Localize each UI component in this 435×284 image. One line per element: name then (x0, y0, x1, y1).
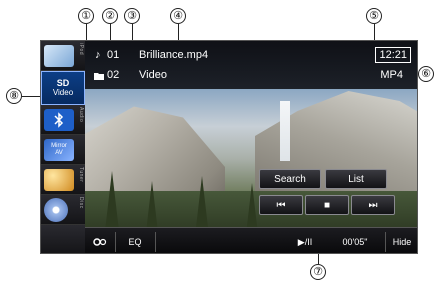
callout-7: ⑦ (310, 264, 326, 280)
callout-3: ③ (124, 8, 140, 24)
source-tab-mirror-av[interactable]: Mirror AV (41, 135, 85, 165)
format-indicator: MP4 (380, 69, 403, 81)
tuner-icon (44, 168, 74, 191)
list-button[interactable]: List (325, 169, 387, 189)
elapsed-time: 00'05" (342, 237, 368, 247)
stop-button[interactable]: ■ (305, 195, 349, 215)
hide-button[interactable]: Hide (385, 228, 417, 253)
next-track-button[interactable]: ⏭ (351, 195, 395, 215)
source-tab-label: Disc (78, 197, 84, 209)
previous-track-button[interactable]: ⏮ (259, 195, 303, 215)
eq-button[interactable]: EQ (115, 228, 155, 253)
folder-icon (94, 71, 104, 83)
source-tab-ipod[interactable]: iPod (41, 41, 85, 71)
separator (155, 232, 156, 252)
folder-number: 02 (107, 69, 120, 81)
bluetooth-icon (44, 108, 74, 131)
folder-name: Video (139, 69, 167, 81)
source-tab-label: iPod (78, 43, 84, 56)
source-tab-extra[interactable] (41, 225, 85, 253)
callout-2: ② (102, 8, 118, 24)
mirror-av-icon: Mirror AV (44, 138, 74, 161)
settings-button[interactable] (85, 228, 115, 253)
file-name: Brilliance.mp4 (139, 49, 209, 61)
disc-icon (44, 197, 68, 222)
info-bar: ♪ 01 02 Brilliance.mp4 Video 12:21 MP4 (85, 41, 417, 89)
clock: 12:21 (375, 47, 411, 63)
video-waterfall (280, 101, 290, 161)
search-button[interactable]: Search (259, 169, 321, 189)
bottom-bar: EQ ▶/II 00'05" Hide (85, 227, 417, 253)
source-tab-label: Tuner (78, 167, 84, 183)
callout-1: ① (78, 8, 94, 24)
source-tab-sublabel: Video (52, 88, 74, 97)
callout-4: ④ (170, 8, 186, 24)
source-tab-bluetooth-audio[interactable]: Audio (41, 105, 85, 135)
ipod-thumb-icon (44, 44, 74, 67)
source-tab-label: SD (56, 78, 70, 88)
callout-8: ⑧ (6, 88, 22, 104)
track-number: 01 (107, 49, 120, 61)
track-icon: ♪ (95, 49, 101, 61)
source-tab-tuner[interactable]: Tuner (41, 165, 85, 195)
av-source-screen: ♪ 01 02 Brilliance.mp4 Video 12:21 MP4 i… (40, 40, 418, 254)
source-sidebar: iPod SD Video Audio Mirror AV Tuner Disc (41, 41, 85, 253)
source-tab-label: Audio (78, 107, 84, 123)
callout-6: ⑥ (418, 66, 434, 82)
settings-icon (93, 238, 107, 246)
play-pause-button[interactable]: ▶/II (285, 228, 325, 253)
source-tab-disc[interactable]: Disc (41, 195, 85, 225)
source-tab-sd-video[interactable]: SD Video (41, 71, 85, 105)
callout-5: ⑤ (366, 8, 382, 24)
